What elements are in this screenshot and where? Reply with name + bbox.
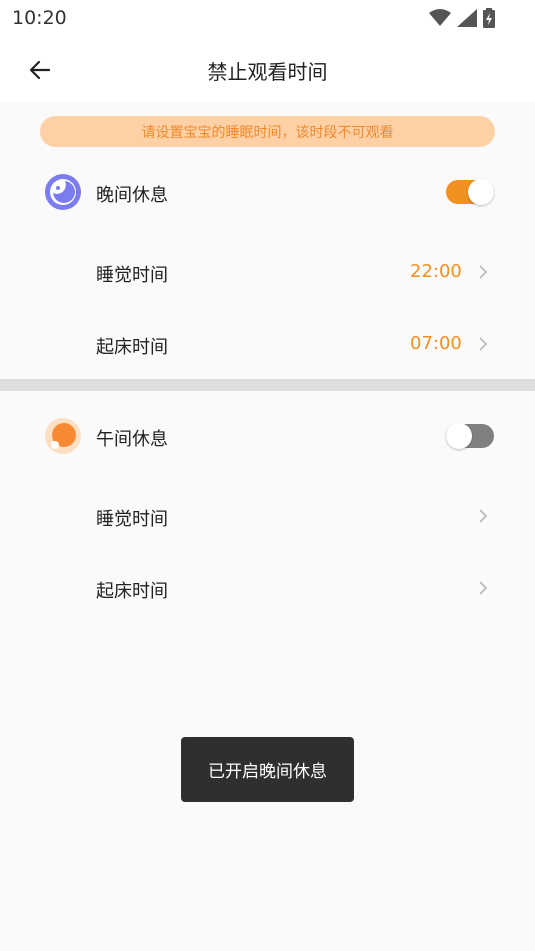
- section-divider: [0, 379, 535, 391]
- sun-icon: [44, 417, 82, 459]
- noon-rest-title: 午间休息: [96, 429, 168, 450]
- chevron-right-icon: [479, 581, 488, 595]
- battery-icon: [483, 8, 495, 32]
- app-bar: 禁止观看时间: [0, 36, 535, 102]
- night-wake-time-value: 07:00: [410, 333, 462, 354]
- toggle-knob: [468, 179, 494, 205]
- toggle-knob: [446, 423, 472, 449]
- night-sleep-time-value: 22:00: [410, 261, 462, 282]
- noon-rest-toggle[interactable]: [446, 423, 494, 449]
- night-rest-title: 晚间休息: [96, 185, 168, 206]
- noon-wake-time-row[interactable]: 起床时间: [0, 556, 535, 620]
- night-rest-toggle[interactable]: [446, 179, 494, 205]
- night-wake-time-label: 起床时间: [96, 337, 168, 358]
- status-icons: [429, 8, 495, 32]
- noon-sleep-time-label: 睡觉时间: [96, 509, 168, 530]
- chevron-right-icon: [479, 509, 488, 523]
- night-sleep-time-row[interactable]: 睡觉时间 22:00: [0, 240, 535, 304]
- wifi-icon: [429, 9, 451, 31]
- moon-icon: [44, 173, 82, 215]
- night-sleep-time-label: 睡觉时间: [96, 265, 168, 286]
- notice-banner: 请设置宝宝的睡眠时间，该时段不可观看: [40, 116, 495, 147]
- toast-message: 已开启晚间休息: [181, 737, 354, 802]
- noon-wake-time-label: 起床时间: [96, 581, 168, 602]
- chevron-right-icon: [479, 337, 488, 351]
- signal-icon: [457, 9, 477, 31]
- status-bar: 10:20: [0, 0, 535, 36]
- status-time: 10:20: [12, 7, 67, 29]
- page-title: 禁止观看时间: [207, 60, 328, 84]
- noon-sleep-time-row[interactable]: 睡觉时间: [0, 484, 535, 548]
- night-wake-time-row[interactable]: 起床时间 07:00: [0, 312, 535, 376]
- chevron-right-icon: [479, 265, 488, 279]
